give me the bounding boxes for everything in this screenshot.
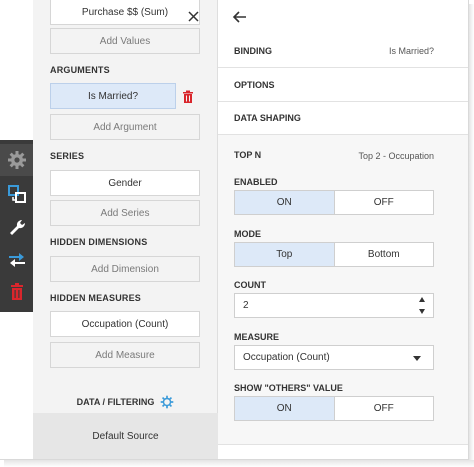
measure-select-value: Occupation (Count) [243, 352, 330, 363]
enabled-label: ENABLED [234, 177, 278, 187]
top-n-value: Top 2 - Occupation [358, 151, 434, 161]
chevron-down-icon [413, 356, 421, 361]
mode-label: MODE [234, 229, 261, 239]
top-n-title: TOP N [234, 150, 262, 160]
item-toolbar [0, 140, 33, 312]
data-shaping-row[interactable]: DATA SHAPING [218, 101, 468, 135]
default-source-button[interactable]: Default Source [33, 413, 218, 459]
frame-shadow [469, 4, 474, 464]
arguments-label: ARGUMENTS [50, 65, 110, 75]
toolbar-delete[interactable] [0, 276, 33, 308]
data-filtering: DATA / FILTERING [33, 393, 218, 411]
binding-row[interactable]: BINDING Is Married? [218, 34, 468, 68]
toolbar-binding[interactable] [0, 178, 33, 210]
frame-shadow [4, 460, 474, 467]
others-on-button[interactable]: ON [235, 397, 334, 420]
enabled-toggle: ON OFF [234, 190, 434, 215]
hidden-dimensions-label: HIDDEN DIMENSIONS [50, 237, 148, 247]
measure-select[interactable]: Occupation (Count) [234, 345, 434, 370]
binding-icon [7, 185, 26, 203]
values-field-label: Purchase $$ (Sum) [81, 6, 169, 18]
add-argument-button[interactable]: Add Argument [50, 114, 200, 140]
others-off-button[interactable]: OFF [333, 397, 434, 420]
show-others-label: SHOW "OTHERS" VALUE [234, 383, 343, 393]
binding-panel: Purchase $$ (Sum) Add Values ARGUMENTS I… [33, 0, 218, 459]
options-row[interactable]: OPTIONS [218, 68, 468, 102]
argument-field[interactable]: Is Married? [50, 83, 176, 109]
toolbar-design[interactable] [0, 212, 33, 244]
mode-toggle: Top Bottom [234, 242, 434, 267]
top-n-section: TOP N Top 2 - Occupation ENABLED ON OFF … [218, 135, 468, 445]
wrench-icon [9, 219, 25, 235]
filter-gear-icon[interactable] [160, 395, 174, 409]
enabled-on-button[interactable]: ON [235, 191, 334, 214]
toolbar-convert[interactable] [0, 244, 33, 276]
count-label: COUNT [234, 280, 266, 290]
data-filtering-label: DATA / FILTERING [76, 397, 155, 407]
back-arrow-icon[interactable] [232, 9, 248, 25]
show-others-toggle: ON OFF [234, 396, 434, 421]
measure-field[interactable]: Occupation (Count) [50, 311, 200, 337]
add-series-button[interactable]: Add Series [50, 200, 200, 226]
gear-icon [7, 151, 26, 169]
add-measure-button[interactable]: Add Measure [50, 342, 200, 368]
add-dimension-button[interactable]: Add Dimension [50, 256, 200, 282]
close-button[interactable] [186, 9, 200, 23]
mode-bottom-button[interactable]: Bottom [333, 243, 434, 266]
delete-argument-icon[interactable] [182, 90, 194, 103]
convert-icon [8, 253, 25, 267]
count-value: 2 [243, 300, 249, 311]
hidden-measures-label: HIDDEN MEASURES [50, 293, 142, 303]
series-field[interactable]: Gender [50, 170, 200, 196]
enabled-off-button[interactable]: OFF [333, 191, 434, 214]
mode-top-button[interactable]: Top [235, 243, 334, 266]
add-values-button[interactable]: Add Values [50, 28, 200, 54]
dashboard-designer: Purchase $$ (Sum) Add Values ARGUMENTS I… [0, 0, 474, 467]
spin-up-icon[interactable] [419, 297, 425, 302]
options-panel: BINDING Is Married? OPTIONS DATA SHAPING… [218, 0, 468, 459]
close-icon [187, 10, 199, 22]
count-spinner[interactable]: 2 [234, 293, 434, 318]
measure-label: MEASURE [234, 332, 280, 342]
values-field[interactable]: Purchase $$ (Sum) [50, 0, 200, 25]
series-label: SERIES [50, 151, 85, 161]
toolbar-options[interactable] [0, 144, 33, 176]
spin-down-icon[interactable] [419, 309, 425, 314]
trash-icon [10, 283, 23, 300]
